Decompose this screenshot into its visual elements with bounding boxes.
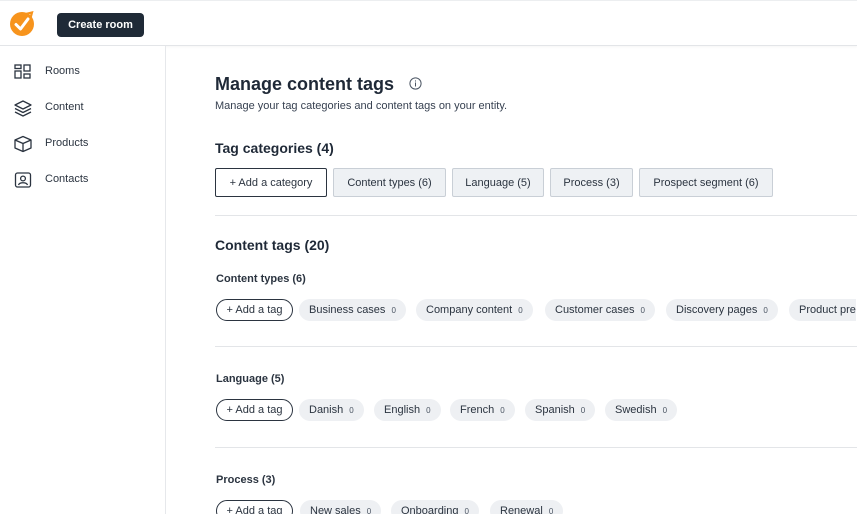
tag-chip[interactable]: Renewal 0 <box>490 500 564 514</box>
sidebar: Rooms Content Products Contacts <box>0 46 166 514</box>
add-category-button[interactable]: + Add a category <box>215 168 327 197</box>
tag-count: 0 <box>548 506 554 514</box>
tag-label: Swedish <box>615 404 657 416</box>
box-icon <box>14 135 32 153</box>
category-prospect-segment-button[interactable]: Prospect segment (6) <box>639 168 773 197</box>
category-language-button[interactable]: Language (5) <box>452 168 544 197</box>
tag-label: Company content <box>426 304 513 316</box>
tag-row-language: + Add a tag Danish 0 English 0 French 0 Spa… <box>216 399 716 421</box>
group-title-language: Language (5) <box>216 373 285 385</box>
grid-icon <box>14 64 31 79</box>
tag-chip[interactable]: Swedish 0 <box>605 399 678 421</box>
tag-count: 0 <box>763 305 768 315</box>
tag-label: New sales <box>310 505 361 514</box>
tag-chip[interactable]: French 0 <box>450 399 515 421</box>
sidebar-item-content[interactable]: Content <box>0 93 165 123</box>
tag-chip[interactable]: English 0 <box>374 399 441 421</box>
divider <box>215 346 857 347</box>
tag-chip[interactable]: Customer cases 0 <box>545 299 655 321</box>
create-room-button[interactable]: Create room <box>57 13 144 37</box>
page-subtitle: Manage your tag categories and content t… <box>215 100 508 112</box>
app-logo-icon[interactable] <box>9 11 35 37</box>
tag-count: 0 <box>518 305 523 315</box>
sidebar-item-label: Content <box>45 101 84 113</box>
tag-label: Spanish <box>535 404 575 416</box>
tag-count: 0 <box>640 305 645 315</box>
tag-categories-heading: Tag categories (4) <box>215 140 334 156</box>
tag-chip[interactable]: Danish 0 <box>299 399 364 421</box>
tag-label: Product pre <box>799 304 856 316</box>
contact-card-icon <box>14 172 32 188</box>
sidebar-item-label: Products <box>45 137 89 149</box>
tag-chip[interactable]: Product pre <box>789 299 856 321</box>
tag-label: Danish <box>309 404 344 416</box>
divider <box>215 447 857 448</box>
info-icon[interactable] <box>409 77 422 90</box>
group-title-process: Process (3) <box>216 474 276 486</box>
tag-label: Renewal <box>500 505 543 514</box>
add-tag-button[interactable]: + Add a tag <box>216 399 293 421</box>
tag-label: Customer cases <box>555 304 635 316</box>
tag-label: Business cases <box>309 304 386 316</box>
category-process-button[interactable]: Process (3) <box>550 168 633 197</box>
tag-label: Discovery pages <box>676 304 758 316</box>
group-title-content-types: Content types (6) <box>216 273 306 285</box>
tag-count: 0 <box>391 305 396 315</box>
tag-count: 0 <box>500 405 505 415</box>
sidebar-item-contacts[interactable]: Contacts <box>0 165 165 195</box>
tag-chip[interactable]: Discovery pages 0 <box>666 299 778 321</box>
sidebar-item-products[interactable]: Products <box>0 129 165 159</box>
sidebar-item-rooms[interactable]: Rooms <box>0 57 165 87</box>
tag-count: 0 <box>366 506 372 514</box>
add-tag-button[interactable]: + Add a tag <box>216 500 293 514</box>
add-tag-button[interactable]: + Add a tag <box>216 299 293 321</box>
tag-chip[interactable]: Business cases 0 <box>299 299 406 321</box>
tag-label: French <box>460 404 495 416</box>
top-bar: Create room <box>0 0 857 46</box>
tag-row-process: + Add a tag New sales 0 Onboarding 0 Renew… <box>216 500 616 514</box>
tag-chip[interactable]: Onboarding 0 <box>391 500 479 514</box>
tag-count: 0 <box>580 405 586 415</box>
tag-count: 0 <box>662 405 668 415</box>
tag-count: 0 <box>464 506 469 514</box>
sidebar-item-label: Rooms <box>45 65 80 77</box>
tag-chip[interactable]: Spanish 0 <box>525 399 596 421</box>
tag-row-content-types: + Add a tag Business cases 0 Company cont… <box>216 299 857 321</box>
category-content-types-button[interactable]: Content types (6) <box>333 168 446 197</box>
tag-label: Onboarding <box>401 505 459 514</box>
tag-chip[interactable]: Company content 0 <box>416 299 533 321</box>
page-title: Manage content tags <box>215 74 395 94</box>
tag-count: 0 <box>349 405 354 415</box>
tag-count: 0 <box>426 405 431 415</box>
tag-label: English <box>384 404 421 416</box>
tag-chip[interactable]: New sales 0 <box>300 500 382 514</box>
divider <box>215 215 857 216</box>
content-tags-heading: Content tags (20) <box>215 237 330 253</box>
layers-icon <box>14 100 32 117</box>
main-content: Manage content tags Manage your tag cate… <box>166 46 857 514</box>
sidebar-item-label: Contacts <box>45 173 89 185</box>
